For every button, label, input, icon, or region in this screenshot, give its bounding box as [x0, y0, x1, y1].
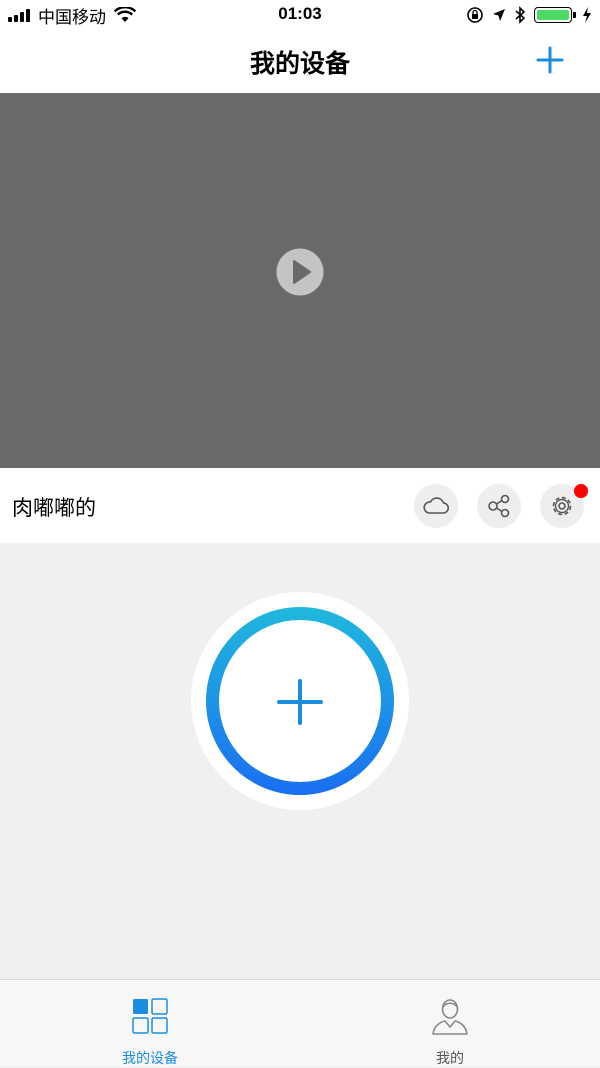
- bluetooth-icon: [515, 6, 526, 24]
- plus-icon: [536, 46, 564, 74]
- share-button[interactable]: [477, 484, 521, 528]
- settings-button[interactable]: [540, 484, 588, 528]
- cloud-icon: [423, 497, 450, 514]
- tab-label: 我的: [436, 1050, 464, 1066]
- status-bar: 中国移动 01:03: [0, 0, 600, 30]
- page-title: 我的设备: [249, 50, 350, 78]
- user-icon: [432, 999, 468, 1035]
- status-right: [458, 4, 592, 26]
- tab-bar: 我的设备 我的: [0, 979, 600, 1067]
- cloud-button[interactable]: [414, 484, 458, 528]
- share-icon: [488, 494, 510, 518]
- add-device-button[interactable]: [534, 44, 566, 76]
- gear-icon: [552, 496, 572, 516]
- big-add-device-button[interactable]: [190, 591, 410, 811]
- tab-me[interactable]: 我的: [300, 980, 600, 1068]
- notification-badge: [574, 484, 588, 498]
- tab-label: 我的设备: [122, 1050, 178, 1066]
- grid-icon: [132, 998, 168, 1034]
- location-icon: [493, 9, 505, 21]
- charging-icon: [583, 7, 591, 23]
- tab-my-devices[interactable]: 我的设备: [0, 980, 300, 1068]
- device-name: 肉嘟嘟的: [12, 497, 96, 520]
- battery-icon: [534, 7, 576, 23]
- play-icon: [276, 248, 324, 296]
- nav-bar: 我的设备: [0, 30, 600, 93]
- device-row: 肉嘟嘟的: [0, 468, 600, 543]
- rotation-lock-icon: [467, 7, 483, 23]
- add-ring: [191, 592, 409, 810]
- play-button[interactable]: [276, 248, 324, 296]
